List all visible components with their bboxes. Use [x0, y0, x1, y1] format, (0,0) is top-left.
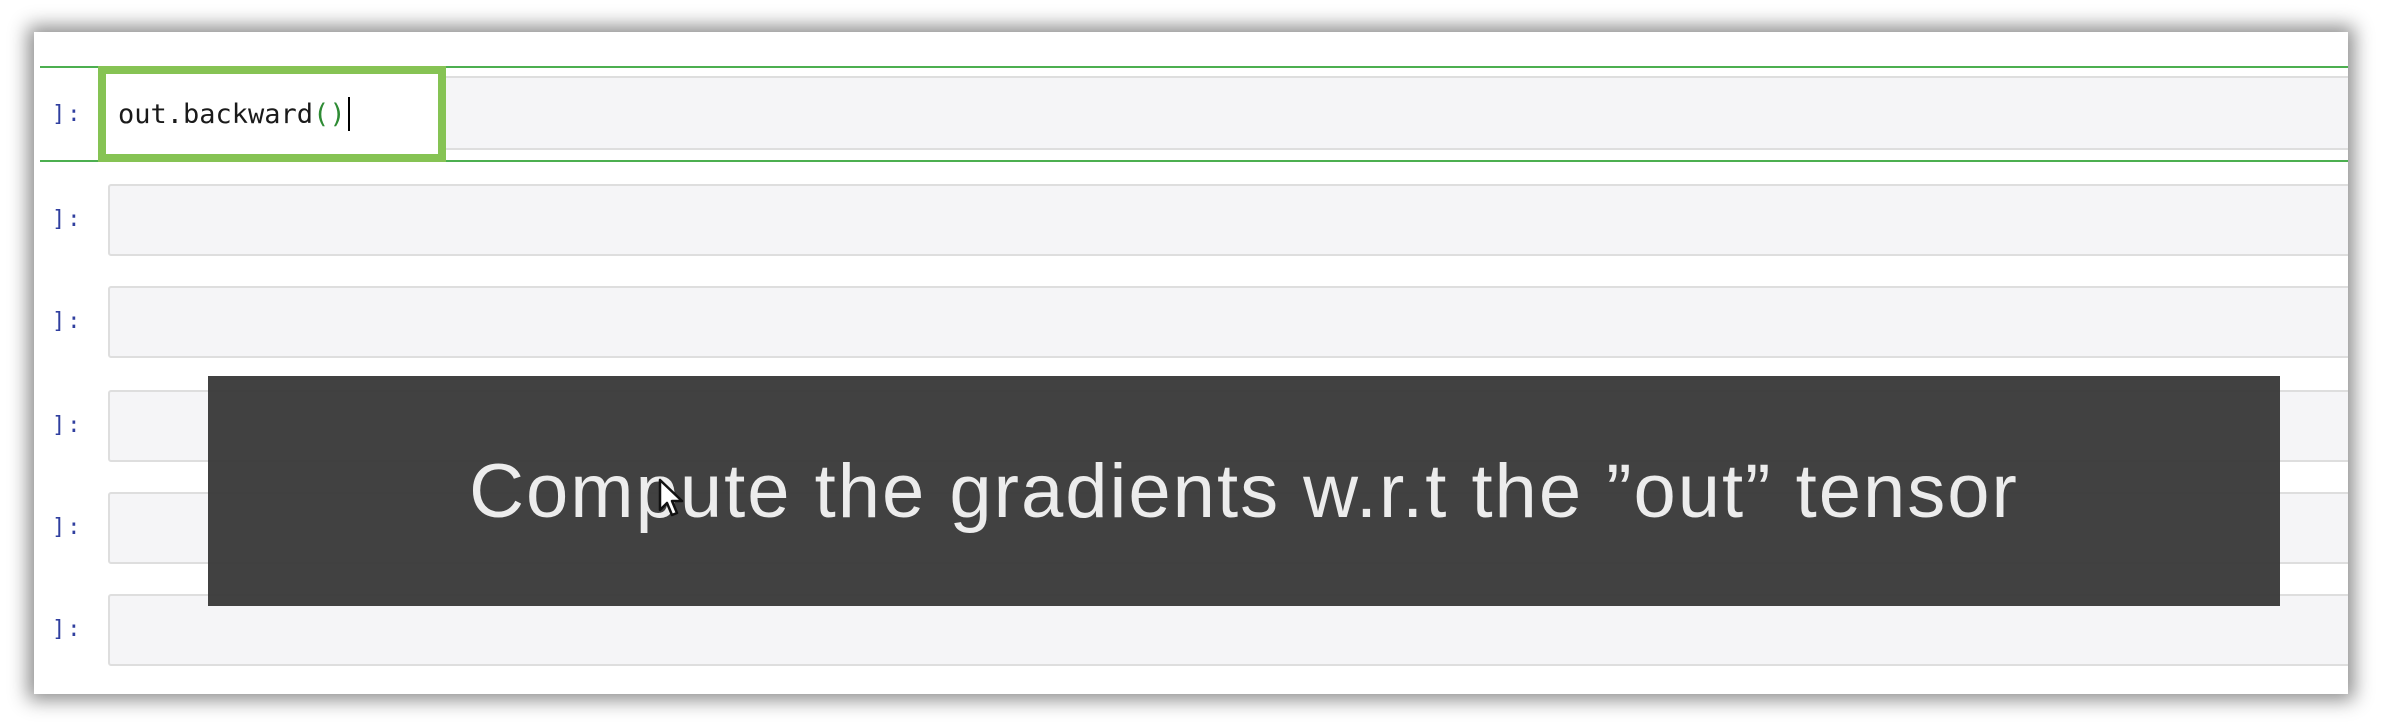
- text-caret: [347, 97, 350, 131]
- code-function: out.backward: [118, 98, 314, 130]
- cell-prompt: ]:: [52, 206, 83, 232]
- cell-prompt: ]:: [52, 101, 83, 127]
- code-cell-empty[interactable]: ]:: [34, 176, 2348, 262]
- caption-text: Compute the gradients w.r.t the ”out” te…: [469, 448, 2019, 534]
- screen-frame: ]: out.backward() ]: ]: ]: ]: ]: Compute…: [34, 32, 2348, 694]
- mouse-pointer-icon: [658, 478, 684, 517]
- code-editor-input[interactable]: out.backward(): [98, 66, 446, 162]
- code-open-paren: (: [313, 98, 330, 130]
- cell-prompt: ]:: [52, 616, 83, 642]
- cell-prompt: ]:: [52, 412, 83, 438]
- code-line: out.backward(): [118, 99, 346, 130]
- caption-overlay: Compute the gradients w.r.t the ”out” te…: [208, 376, 2280, 606]
- cell-prompt: ]:: [52, 308, 83, 334]
- cell-editor[interactable]: [108, 184, 2348, 256]
- code-close-paren: ): [329, 98, 346, 130]
- cell-editor[interactable]: [108, 286, 2348, 358]
- cell-prompt: ]:: [52, 514, 83, 540]
- code-cell-empty[interactable]: ]:: [34, 278, 2348, 364]
- notebook: ]: out.backward() ]: ]: ]: ]: ]: Compute…: [34, 32, 2348, 694]
